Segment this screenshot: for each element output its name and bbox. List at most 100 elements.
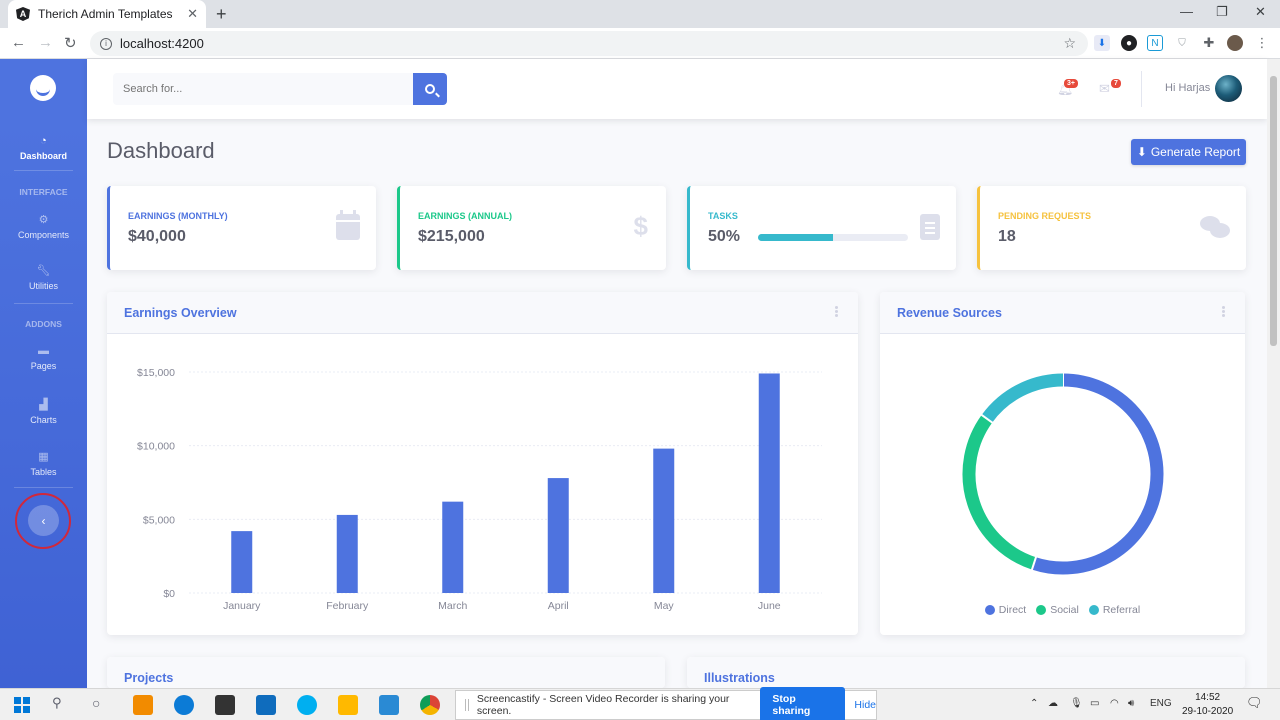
reload-icon[interactable]: ↻ bbox=[64, 34, 77, 52]
browser-tab[interactable]: A Therich Admin Templates ✕ bbox=[8, 0, 206, 28]
address-bar: ← → ↻ i localhost:4200 ☆ ⬇ ● N ⛉ ✚ ⋮ bbox=[0, 28, 1280, 59]
donut-slice-direct[interactable] bbox=[1031, 373, 1164, 575]
legend-item-referral[interactable]: Referral bbox=[1088, 604, 1140, 616]
donut-slice-social[interactable] bbox=[962, 414, 1037, 570]
bar-june[interactable] bbox=[758, 373, 780, 593]
x-tick-label: January bbox=[223, 600, 261, 612]
earnings-bar-chart: $0 $5,000 $10,000 $15,000 January February Mar… bbox=[137, 367, 822, 612]
y-tick-label: $5,000 bbox=[143, 514, 175, 526]
sidebar-item-charts[interactable]: ▟ Charts bbox=[0, 398, 87, 425]
forward-arrow-icon[interactable]: → bbox=[38, 34, 53, 51]
bar-april[interactable] bbox=[547, 478, 569, 593]
clock-date: 29-10-2020 bbox=[1182, 706, 1234, 717]
onedrive-icon[interactable]: ☁ bbox=[1048, 698, 1058, 709]
bar-may[interactable] bbox=[653, 448, 675, 593]
x-tick-label: February bbox=[326, 600, 369, 612]
stop-sharing-button[interactable]: Stop sharing bbox=[760, 687, 846, 720]
earnings-overview-card: Earnings Overview $0 $5,000 $10,000 $15,000… bbox=[107, 292, 858, 635]
more-options-icon[interactable] bbox=[835, 306, 838, 309]
scrollbar-thumb[interactable] bbox=[1270, 76, 1277, 346]
legend-swatch bbox=[984, 605, 995, 615]
search-icon[interactable]: ⚲ bbox=[52, 695, 72, 715]
bar-march[interactable] bbox=[442, 501, 464, 593]
extension-2-icon[interactable]: ● bbox=[1121, 35, 1137, 51]
file-explorer-icon[interactable] bbox=[338, 695, 358, 715]
user-greeting[interactable]: Hi Harjas bbox=[1165, 82, 1210, 94]
skype-icon[interactable] bbox=[297, 695, 317, 715]
sidebar-item-label: Dashboard bbox=[19, 151, 67, 161]
browser-menu-icon[interactable]: ⋮ bbox=[1254, 35, 1270, 51]
page-scrollbar[interactable] bbox=[1267, 59, 1280, 688]
x-tick-label: April bbox=[548, 600, 569, 612]
donut-slice-referral[interactable] bbox=[981, 373, 1064, 423]
sidebar-item-dashboard[interactable]: ◔ Dashboard bbox=[0, 135, 87, 161]
bar-january[interactable] bbox=[231, 531, 253, 593]
sidebar-item-label: Utilities bbox=[28, 281, 58, 291]
language-indicator[interactable]: ENG bbox=[1150, 698, 1172, 709]
sidebar-item-label: Pages bbox=[30, 361, 57, 371]
window-close-icon[interactable]: ✕ bbox=[1255, 4, 1266, 20]
url-field[interactable]: i localhost:4200 ☆ bbox=[90, 31, 1088, 56]
windows-start-icon[interactable] bbox=[12, 695, 32, 715]
sidebar-item-utilities[interactable]: 🔧︎ Utilities bbox=[0, 264, 87, 291]
hide-link[interactable]: Hide bbox=[854, 699, 876, 711]
wifi-icon[interactable]: ◠ bbox=[1110, 698, 1119, 709]
legend-item-social[interactable]: Social bbox=[1036, 604, 1079, 616]
battery-icon[interactable]: ▭ bbox=[1090, 698, 1099, 709]
chrome-icon[interactable] bbox=[420, 695, 440, 715]
sidebar-toggle-button[interactable]: ‹ bbox=[28, 505, 59, 536]
legend-label: Direct bbox=[998, 604, 1027, 616]
cog-icon: ⚙ bbox=[38, 214, 49, 226]
volume-icon[interactable]: 🔊︎ bbox=[1128, 698, 1134, 709]
bookmark-star-icon[interactable]: ☆ bbox=[1063, 35, 1076, 52]
drag-handle-icon[interactable] bbox=[465, 699, 469, 711]
taskbar-clock[interactable]: 14:52 29-10-2020 bbox=[1182, 691, 1233, 719]
sidebar-item-pages[interactable]: ▬ Pages bbox=[0, 345, 87, 371]
notifications-icon[interactable]: 🗨︎ bbox=[1246, 695, 1263, 711]
legend-swatch bbox=[1036, 605, 1047, 615]
vlc-icon[interactable] bbox=[133, 695, 153, 715]
maximize-icon[interactable]: ❐ bbox=[1216, 4, 1228, 20]
sidebar-item-components[interactable]: ⚙ Components bbox=[0, 213, 87, 240]
search-input[interactable] bbox=[113, 73, 413, 105]
site-info-icon[interactable]: i bbox=[100, 37, 112, 50]
cortana-icon[interactable]: ○ bbox=[92, 695, 112, 715]
tray-chevron-icon[interactable]: ⌃ bbox=[1030, 698, 1038, 709]
legend-item-direct[interactable]: Direct bbox=[984, 604, 1027, 616]
new-tab-button[interactable]: + bbox=[216, 4, 227, 25]
calendar-icon bbox=[336, 210, 360, 240]
sidebar-item-tables[interactable]: ▦ Tables bbox=[0, 450, 87, 477]
envelope-icon[interactable]: ✉ bbox=[1099, 81, 1110, 97]
tab-close-icon[interactable]: ✕ bbox=[187, 6, 198, 22]
more-options-icon[interactable] bbox=[1222, 306, 1225, 309]
brand-logo-icon[interactable] bbox=[30, 75, 56, 101]
stat-value: 50% bbox=[708, 228, 741, 245]
revenue-donut-chart bbox=[962, 372, 1164, 575]
projects-card: Projects bbox=[107, 657, 665, 688]
store-icon[interactable] bbox=[215, 695, 235, 715]
stat-value: $215,000 bbox=[418, 228, 485, 245]
sidebar: ◔ Dashboard INTERFACE ⚙ Components 🔧︎ Ut… bbox=[0, 59, 87, 688]
search-button[interactable] bbox=[413, 73, 447, 105]
back-arrow-icon[interactable]: ← bbox=[11, 34, 26, 51]
puzzle-extensions-icon[interactable]: ✚ bbox=[1201, 35, 1217, 51]
minimize-icon[interactable]: — bbox=[1180, 4, 1193, 19]
mail-icon[interactable] bbox=[256, 695, 276, 715]
browser-tab-bar: A Therich Admin Templates ✕ + — ❐ ✕ bbox=[0, 0, 1280, 28]
profile-avatar-icon[interactable] bbox=[1227, 35, 1243, 51]
shield-extension-icon[interactable]: ⛉ bbox=[1174, 35, 1190, 51]
chevron-left-icon: ‹ bbox=[41, 513, 46, 528]
extension-1-icon[interactable]: ⬇ bbox=[1094, 35, 1110, 51]
bar-february[interactable] bbox=[336, 514, 358, 593]
vscode-icon[interactable] bbox=[379, 695, 399, 715]
tab-title: Therich Admin Templates bbox=[38, 7, 173, 21]
y-tick-label: $0 bbox=[163, 588, 175, 600]
generate-report-button[interactable]: ⬇ Generate Report bbox=[1131, 139, 1246, 165]
avatar[interactable] bbox=[1215, 75, 1242, 102]
microphone-icon[interactable]: 🎙︎ bbox=[1070, 698, 1083, 709]
sidebar-divider bbox=[14, 487, 73, 488]
extension-3-icon[interactable]: N bbox=[1147, 35, 1163, 51]
card-header: Earnings Overview bbox=[107, 292, 858, 334]
sidebar-item-label: Charts bbox=[30, 415, 57, 425]
edge-icon[interactable] bbox=[174, 695, 194, 715]
